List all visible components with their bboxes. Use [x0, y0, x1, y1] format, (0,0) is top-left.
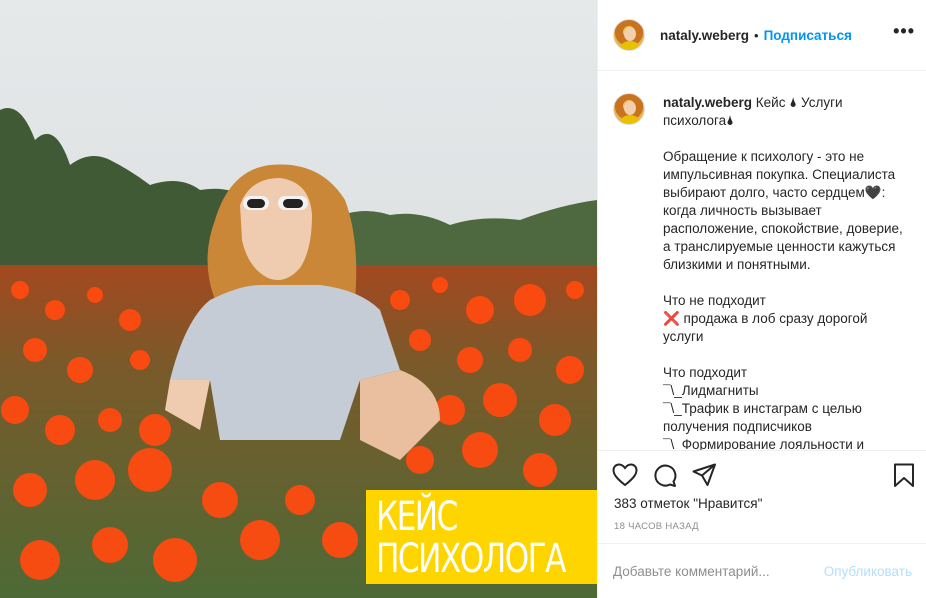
caption-avatar[interactable] — [613, 93, 645, 125]
instagram-post: Кейс психолога nataly.weberg • Подписать… — [0, 0, 926, 598]
comments-section[interactable]: nataly.weberg Кейс 🌢 Услуги психолога🌢 О… — [598, 72, 926, 450]
follow-button[interactable]: Подписаться — [764, 28, 852, 43]
separator-dot: • — [754, 27, 759, 43]
caption-paragraph: Что подходит ¯\_Лидмагниты ¯\_Трафик в и… — [663, 365, 865, 450]
add-comment-bar: Опубликовать — [598, 543, 926, 598]
case-badge-text: Кейс психолога — [376, 494, 566, 582]
more-options-icon[interactable]: ••• — [893, 22, 915, 40]
bookmark-icon[interactable] — [893, 463, 915, 488]
avatar[interactable] — [613, 19, 645, 51]
post-side-panel: nataly.weberg • Подписаться ••• nataly.w… — [597, 0, 926, 598]
caption-row: nataly.weberg Кейс 🌢 Услуги психолога🌢 О… — [613, 93, 912, 450]
caption-paragraph: Что не подходит ❌ продажа в лоб сразу до… — [663, 293, 868, 344]
comment-input[interactable] — [613, 563, 824, 579]
caption-text: nataly.weberg Кейс 🌢 Услуги психолога🌢 О… — [663, 94, 909, 450]
heart-icon[interactable] — [612, 463, 638, 487]
post-photo[interactable]: Кейс психолога — [0, 0, 597, 598]
publish-button[interactable]: Опубликовать — [824, 564, 912, 579]
post-header: nataly.weberg • Подписаться ••• — [598, 0, 926, 71]
caption-paragraph: Обращение к психологу - это не импульсив… — [663, 149, 903, 272]
post-actions: 383 отметок "Нравится" 18 ЧАСОВ НАЗАД — [598, 450, 926, 543]
share-icon[interactable] — [692, 463, 717, 487]
comment-icon[interactable] — [652, 463, 677, 488]
caption-username[interactable]: nataly.weberg — [663, 95, 752, 110]
post-time[interactable]: 18 ЧАСОВ НАЗАД — [614, 521, 699, 532]
header-username[interactable]: nataly.weberg — [660, 28, 749, 43]
likes-count[interactable]: 383 отметок "Нравится" — [614, 496, 762, 511]
